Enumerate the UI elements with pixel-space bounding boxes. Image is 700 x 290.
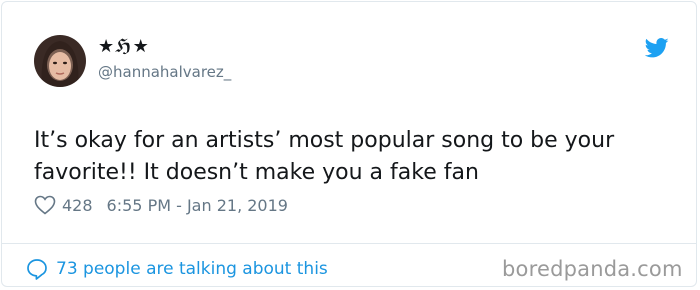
handle[interactable]: @hannahalvarez_ xyxy=(98,63,231,81)
conversation-text[interactable]: 73 people are talking about this xyxy=(56,259,328,279)
heart-icon[interactable] xyxy=(34,195,56,215)
conversation-link[interactable]: 73 people are talking about this xyxy=(26,256,328,282)
watermark: boredpanda.com xyxy=(502,257,683,281)
divider xyxy=(2,243,696,244)
display-name[interactable]: ★ℌ★ xyxy=(98,36,150,57)
tweet-meta: 428 6:55 PM - Jan 21, 2019 xyxy=(34,193,288,217)
avatar[interactable] xyxy=(34,35,86,87)
like-count[interactable]: 428 xyxy=(62,196,93,215)
tweet-text: It’s okay for an artists’ most popular s… xyxy=(34,128,615,185)
tweet-timestamp[interactable]: 6:55 PM - Jan 21, 2019 xyxy=(107,196,288,215)
tweet-card: ★ℌ★ @hannahalvarez_ It’s okay for an art… xyxy=(1,1,697,287)
twitter-bird-icon[interactable] xyxy=(645,38,669,58)
speech-bubble-icon xyxy=(27,259,47,280)
